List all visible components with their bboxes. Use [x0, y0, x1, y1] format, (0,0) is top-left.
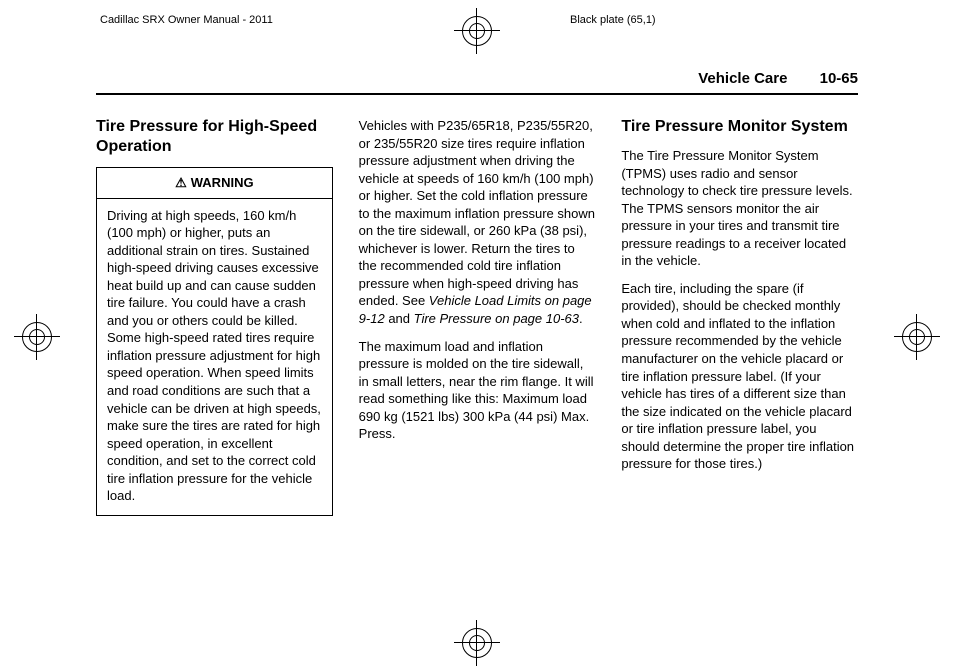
- running-head: Vehicle Care 10-65: [96, 70, 858, 95]
- column-2: Vehicles with P235/65R18, P235/55R20, or…: [359, 117, 596, 516]
- text-run: and: [385, 311, 414, 326]
- heading-tpms: Tire Pressure Monitor System: [621, 117, 858, 137]
- paragraph: Each tire, including the spare (if provi…: [621, 280, 858, 473]
- print-header-right: Black plate (65,1): [570, 14, 656, 26]
- columns: Tire Pressure for High-Speed Operation ⚠…: [96, 117, 858, 516]
- warning-heading: ⚠ WARNING: [97, 168, 332, 199]
- print-header-left: Cadillac SRX Owner Manual - 2011: [100, 14, 273, 26]
- warning-label: WARNING: [191, 175, 254, 190]
- text-run: Vehicles with P235/65R18, P235/55R20, or…: [359, 118, 595, 308]
- running-head-section: Vehicle Care: [698, 70, 787, 87]
- registration-mark-icon: [894, 314, 940, 360]
- warning-body: Driving at high speeds, 160 km/h (100 mp…: [97, 199, 332, 515]
- text-run: .: [579, 311, 583, 326]
- page-body: Vehicle Care 10-65 Tire Pressure for Hig…: [96, 70, 858, 516]
- paragraph: The Tire Pressure Monitor System (TPMS) …: [621, 147, 858, 270]
- warning-triangle-icon: ⚠: [175, 175, 187, 190]
- registration-mark-icon: [14, 314, 60, 360]
- paragraph: Vehicles with P235/65R18, P235/55R20, or…: [359, 117, 596, 328]
- warning-box: ⚠ WARNING Driving at high speeds, 160 km/…: [96, 167, 333, 516]
- column-3: Tire Pressure Monitor System The Tire Pr…: [621, 117, 858, 516]
- running-head-page: 10-65: [820, 70, 858, 87]
- heading-tire-pressure-high-speed: Tire Pressure for High-Speed Operation: [96, 117, 333, 157]
- paragraph: The maximum load and inflation pressure …: [359, 338, 596, 443]
- registration-mark-icon: [454, 620, 500, 666]
- print-header: Cadillac SRX Owner Manual - 2011 Black p…: [0, 14, 954, 38]
- column-1: Tire Pressure for High-Speed Operation ⚠…: [96, 117, 333, 516]
- cross-reference: Tire Pressure on page 10‑63: [414, 311, 579, 326]
